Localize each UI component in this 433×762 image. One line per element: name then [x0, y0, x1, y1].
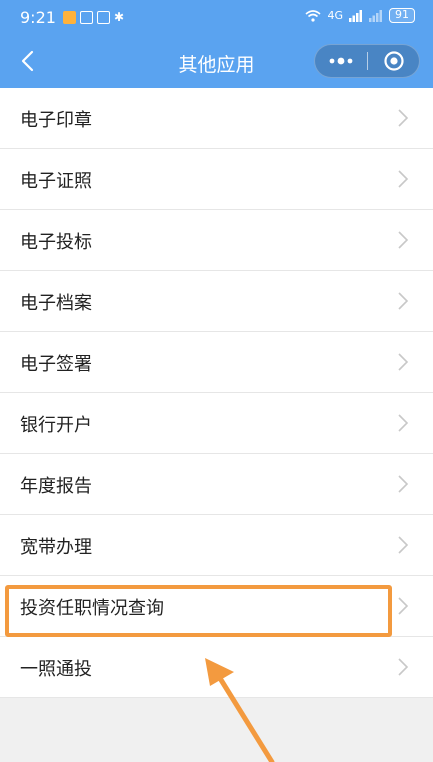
list-item-label: 电子证照	[20, 171, 92, 192]
list-item-label: 电子档案	[20, 293, 92, 314]
battery-indicator: 91	[389, 8, 415, 23]
list-item-electronic-license[interactable]: 电子证照	[0, 149, 433, 210]
list-item-label: 一照通投	[20, 659, 92, 680]
sync-icon	[97, 10, 110, 24]
chevron-right-icon	[398, 597, 409, 615]
network-type-label: 4G	[327, 9, 343, 22]
chevron-right-icon	[398, 109, 409, 127]
list-item-label: 年度报告	[20, 476, 92, 497]
signal-icon	[349, 9, 362, 22]
list-item-broadband[interactable]: 宽带办理	[0, 515, 433, 576]
list-item-label: 宽带办理	[20, 537, 92, 558]
chevron-right-icon	[398, 231, 409, 249]
chevron-right-icon	[398, 536, 409, 554]
list-item-electronic-bidding[interactable]: 电子投标	[0, 210, 433, 271]
app-notification-icon	[63, 10, 76, 24]
notification-icons: ✱	[63, 10, 124, 24]
list-item-label: 电子印章	[20, 110, 92, 131]
list-item-label: 银行开户	[20, 415, 92, 436]
signal-secondary-icon	[369, 9, 382, 22]
more-dots-icon	[329, 57, 353, 65]
chevron-right-icon	[398, 292, 409, 310]
chevron-right-icon	[398, 414, 409, 432]
list-item-bank-account[interactable]: 银行开户	[0, 393, 433, 454]
bluetooth-icon: ✱	[114, 10, 125, 24]
header: 9:21 ✱ 4G 91 其他应用	[0, 0, 433, 88]
mini-program-capsule	[314, 44, 420, 78]
list-item-annual-report[interactable]: 年度报告	[0, 454, 433, 515]
chevron-right-icon	[398, 658, 409, 676]
close-button[interactable]	[368, 45, 420, 77]
list-item-electronic-seal[interactable]: 电子印章	[0, 88, 433, 149]
list-item-electronic-signing[interactable]: 电子签署	[0, 332, 433, 393]
system-icons: 4G 91	[305, 8, 415, 23]
wifi-icon	[305, 9, 321, 22]
list-item-investment-query[interactable]: 投资任职情况查询	[0, 576, 433, 637]
list-item-label: 投资任职情况查询	[20, 598, 164, 619]
navbar: 其他应用	[0, 36, 433, 88]
status-time: 9:21	[20, 8, 56, 27]
nfc-icon	[80, 10, 93, 24]
more-button[interactable]	[315, 45, 367, 77]
chevron-right-icon	[398, 170, 409, 188]
target-close-icon	[384, 51, 404, 71]
status-bar: 9:21 ✱ 4G 91	[0, 0, 433, 36]
chevron-right-icon	[398, 353, 409, 371]
list-item-label: 电子投标	[20, 232, 92, 253]
list-item-label: 电子签署	[20, 354, 92, 375]
list-item-electronic-archive[interactable]: 电子档案	[0, 271, 433, 332]
list-item-one-license[interactable]: 一照通投	[0, 637, 433, 698]
chevron-right-icon	[398, 475, 409, 493]
app-list: 电子印章 电子证照 电子投标 电子档案 电子签署 银行开户 年度报告 宽带办理 …	[0, 88, 433, 698]
